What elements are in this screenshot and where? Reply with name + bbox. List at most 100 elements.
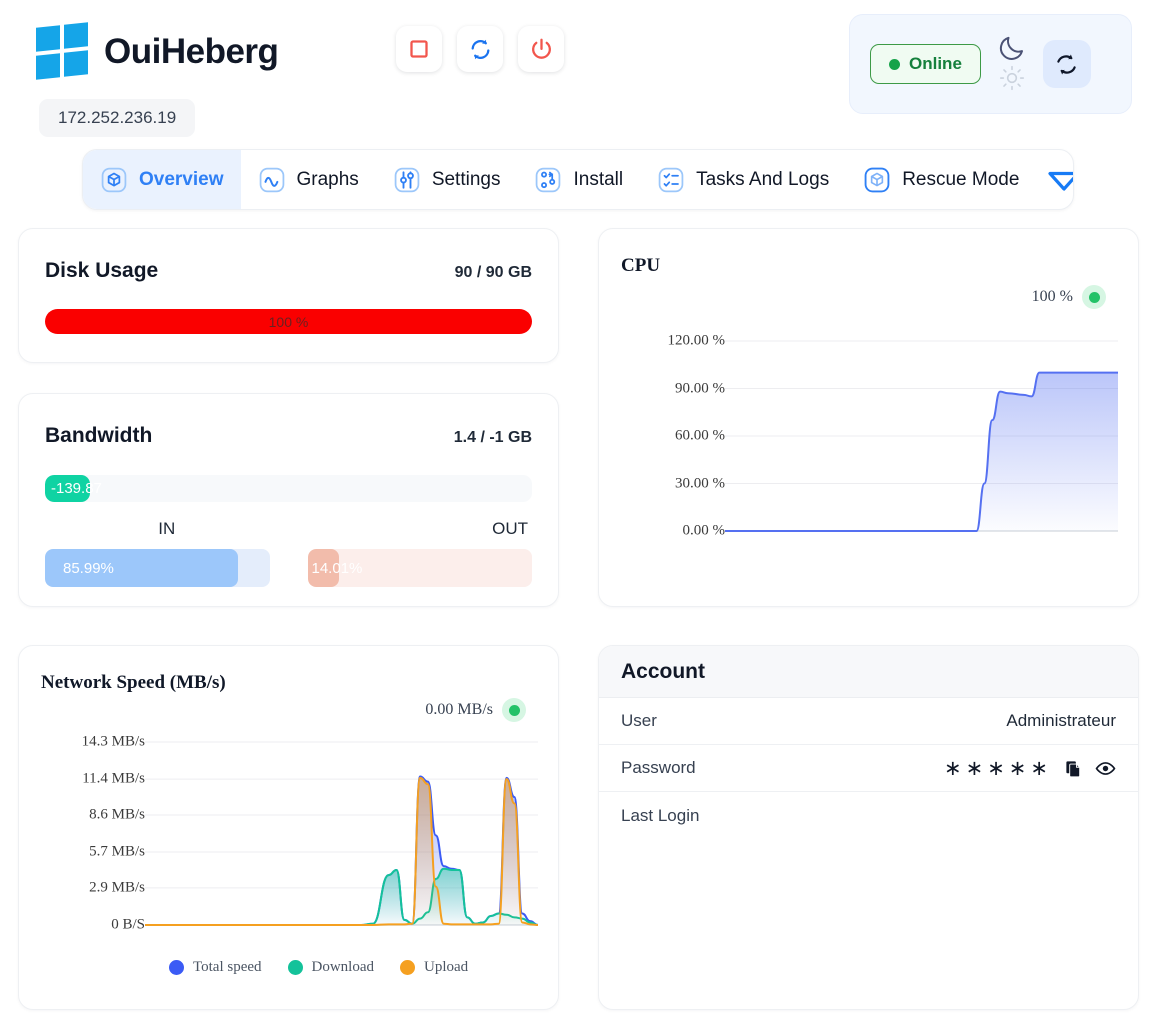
sun-icon <box>999 65 1024 90</box>
disk-usage-progress-bar: 100 % <box>45 309 532 334</box>
square-stop-icon <box>410 40 428 58</box>
y-axis-tick-label: 8.6 MB/s <box>89 806 145 823</box>
copy-icon[interactable] <box>1064 759 1083 778</box>
account-password-masked: ∗∗∗∗∗ <box>944 756 1052 780</box>
checklist-icon <box>657 166 685 194</box>
disk-usage-percent: 100 % <box>268 313 309 330</box>
account-card: Account User Administrateur Password ∗∗∗… <box>598 645 1139 1010</box>
legend-color-dot-icon <box>169 960 184 975</box>
stop-button[interactable] <box>396 26 442 72</box>
power-icon <box>531 38 551 59</box>
network-chart-title: Network Speed (MB/s) <box>41 672 226 693</box>
power-button[interactable] <box>518 26 564 72</box>
tab-graphs-label: Graphs <box>296 168 359 190</box>
status-label: Online <box>909 54 962 73</box>
bandwidth-in-label: IN <box>158 519 176 538</box>
status-panel: Online <box>849 14 1132 114</box>
sync-button[interactable] <box>1042 40 1091 88</box>
git-branch-icon <box>534 166 562 194</box>
restart-button[interactable] <box>457 26 503 72</box>
legend-color-dot-icon <box>287 960 303 975</box>
bandwidth-in-bar: 85.99% <box>45 549 270 587</box>
bandwidth-out-fill: 14.01% <box>307 549 362 587</box>
tab-install[interactable]: Install <box>517 150 640 209</box>
refresh-circular-icon <box>471 39 489 59</box>
tab-rescue-mode-label: Rescue Mode <box>902 168 1020 190</box>
sync-arrows-icon <box>1057 54 1077 74</box>
disk-usage-card: Disk Usage 90 / 90 GB 100 % <box>18 228 559 363</box>
account-user-label: User <box>621 711 657 730</box>
legend-item[interactable]: Upload <box>400 959 468 976</box>
y-axis-tick-label: 14.3 MB/s <box>81 733 145 750</box>
legend-label: Total speed <box>193 959 262 975</box>
server-controls <box>396 26 564 72</box>
windows-logo-icon <box>36 22 88 80</box>
y-axis-tick-label: 0.00 % <box>682 522 726 539</box>
cpu-chart-title: CPU <box>621 255 661 276</box>
tab-settings-label: Settings <box>431 168 501 190</box>
tab-install-label: Install <box>573 168 624 190</box>
tab-overview-label: Overview <box>139 168 224 190</box>
tab-overflow-button[interactable] <box>1036 167 1073 193</box>
network-chart-area: 0.00 MB/s 0 B/S 2.9 MB/s 5.7 MB/s 8.6 MB/s 1… <box>41 698 538 951</box>
sliders-icon <box>393 166 421 194</box>
tab-overview[interactable]: Overview <box>83 150 241 209</box>
bandwidth-in-percent: 85.99% <box>63 559 114 577</box>
eye-icon[interactable] <box>1095 758 1116 779</box>
bandwidth-out-bar: 14.01% <box>307 549 532 587</box>
bandwidth-out-label: OUT <box>492 519 528 538</box>
cpu-y-axis: 0.00 % 30.00 % 60.00 % 90.00 % 120.00 % <box>621 291 726 586</box>
disk-usage-header: Disk Usage 90 / 90 GB <box>45 259 532 283</box>
bandwidth-io-bars: 85.99% 14.01% <box>45 549 532 587</box>
y-axis-tick-label: 60.00 % <box>675 427 725 444</box>
ip-address-chip[interactable]: 172.252.236.19 <box>39 99 196 137</box>
account-row-user: User Administrateur <box>599 698 1138 745</box>
disk-usage-value: 90 / 90 GB <box>454 264 532 281</box>
theme-toggle[interactable] <box>997 33 1027 96</box>
account-password-label: Password <box>621 758 696 777</box>
account-last-login-label: Last Login <box>621 805 700 825</box>
cube-icon <box>863 166 891 194</box>
tab-bar: Overview Graphs Settings Install Tasks A… <box>82 149 1074 210</box>
network-chart-legend: Total speed Download Upload <box>41 959 536 976</box>
y-axis-tick-label: 90.00 % <box>675 380 725 396</box>
y-axis-tick-label: 0 B/S <box>111 916 145 933</box>
status-badge[interactable]: Online <box>870 44 981 84</box>
bandwidth-out-percent: 14.01% <box>311 559 363 577</box>
status-dot-icon <box>889 58 900 70</box>
tab-graphs[interactable]: Graphs <box>241 150 376 209</box>
bandwidth-header: Bandwidth 1.4 / -1 GB <box>45 424 532 448</box>
y-axis-tick-label: 30.00 % <box>675 475 725 491</box>
account-row-password: Password ∗∗∗∗∗ <box>599 745 1138 792</box>
account-header: Account <box>599 646 1138 698</box>
legend-label: Download <box>311 959 375 975</box>
y-axis-tick-label: 11.4 MB/s <box>82 770 145 787</box>
bandwidth-progress-track: -139.87 <box>45 475 532 502</box>
legend-color-dot-icon <box>400 960 416 975</box>
cpu-chart-svg <box>725 340 1118 532</box>
legend-item[interactable]: Download <box>287 959 375 976</box>
cube-icon <box>100 166 128 194</box>
bandwidth-in-fill: 85.99% <box>45 549 239 587</box>
bandwidth-indicator-label: -139.87 <box>51 480 102 497</box>
tab-settings[interactable]: Settings <box>376 150 518 209</box>
network-speed-card: Network Speed (MB/s) 0.00 MB/s 0 B/S 2.9 … <box>18 645 559 1010</box>
tab-rescue-mode[interactable]: Rescue Mode <box>846 150 1036 209</box>
bandwidth-card: Bandwidth 1.4 / -1 GB -139.87 IN OUT 85.… <box>18 393 559 607</box>
app-header: OuiHeberg 172.252.236.19 Online <box>0 0 1157 146</box>
tab-tasks-and-logs[interactable]: Tasks And Logs <box>640 150 846 209</box>
dashboard-page: OuiHeberg 172.252.236.19 Online Overview… <box>0 0 1157 1027</box>
legend-item[interactable]: Total speed <box>169 959 262 976</box>
legend-label: Upload <box>424 959 469 975</box>
network-chart-svg <box>145 741 538 926</box>
sun-icon-wrapper <box>999 65 1025 96</box>
bandwidth-io-labels: IN OUT <box>45 519 532 539</box>
disk-usage-title: Disk Usage <box>45 259 159 282</box>
bandwidth-title: Bandwidth <box>45 424 153 447</box>
y-axis-tick-label: 120.00 % <box>667 332 726 349</box>
cpu-chart-card: CPU 100 % 0.00 % 30.00 % 60.00 % 90.00 % 120… <box>598 228 1139 607</box>
y-axis-tick-label: 2.9 MB/s <box>89 879 145 896</box>
cpu-chart-area: 100 % 0.00 % 30.00 % 60.00 % 90.00 % 120.00 … <box>621 285 1118 586</box>
chevron-down-icon <box>1048 171 1073 191</box>
account-password-value-wrap: ∗∗∗∗∗ <box>944 758 1116 779</box>
